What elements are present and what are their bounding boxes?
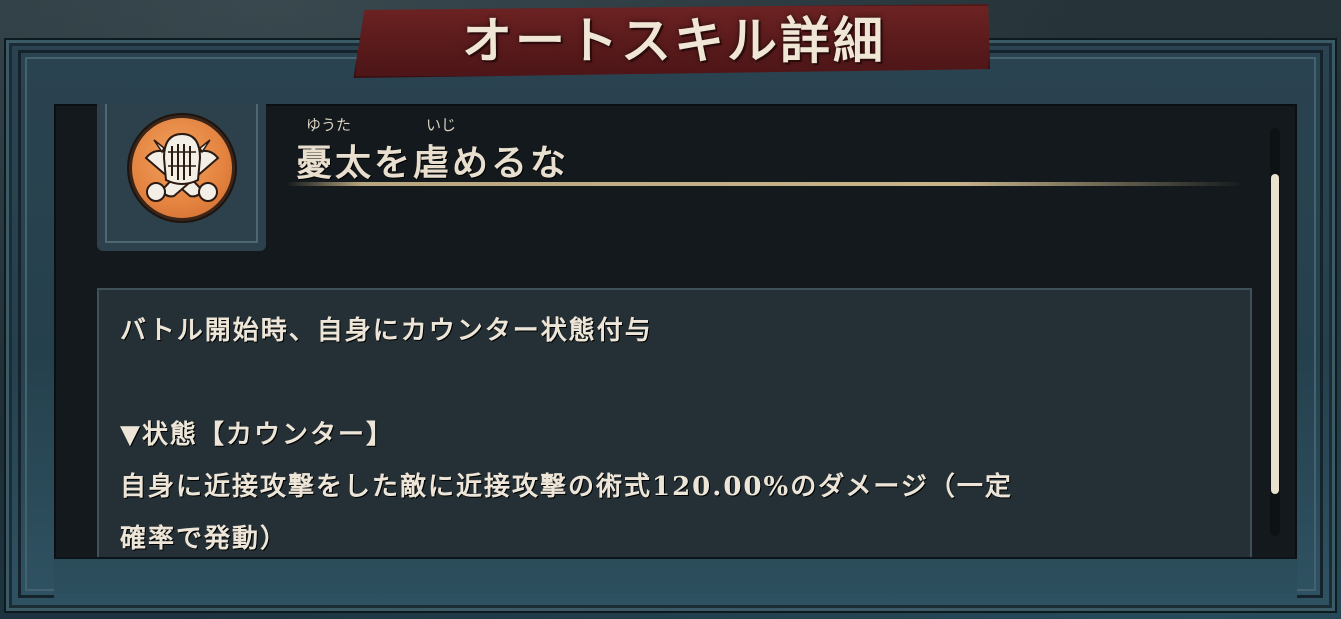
skill-name-ruby-iji: いじ bbox=[426, 116, 457, 134]
auto-skill-dialog: オートスキル詳細 ゆうた いじ 憂太を虐めるな バトル開始時、自身にカウンター状… bbox=[0, 0, 1341, 619]
description-line-4: 確率で発動） bbox=[120, 524, 289, 554]
skill-name: 憂太を虐めるな bbox=[296, 142, 570, 184]
skull-crossed-arms-icon bbox=[132, 118, 232, 218]
description-line-3: 自身に近接攻撃をした敵に近接攻撃の術式120.00%のダメージ（一定 bbox=[120, 472, 1013, 502]
description-line-2: ▼状態【カウンター】 bbox=[120, 420, 394, 450]
dialog-title: オートスキル詳細 bbox=[462, 11, 886, 70]
description-line-1: バトル開始時、自身にカウンター状態付与 bbox=[120, 316, 653, 346]
skill-name-ruby-yuta: ゆうた bbox=[306, 116, 352, 134]
description-scrollbar-thumb[interactable] bbox=[1271, 174, 1279, 494]
dialog-bottom-frame bbox=[54, 557, 1297, 599]
skill-name-underline bbox=[286, 182, 1246, 186]
